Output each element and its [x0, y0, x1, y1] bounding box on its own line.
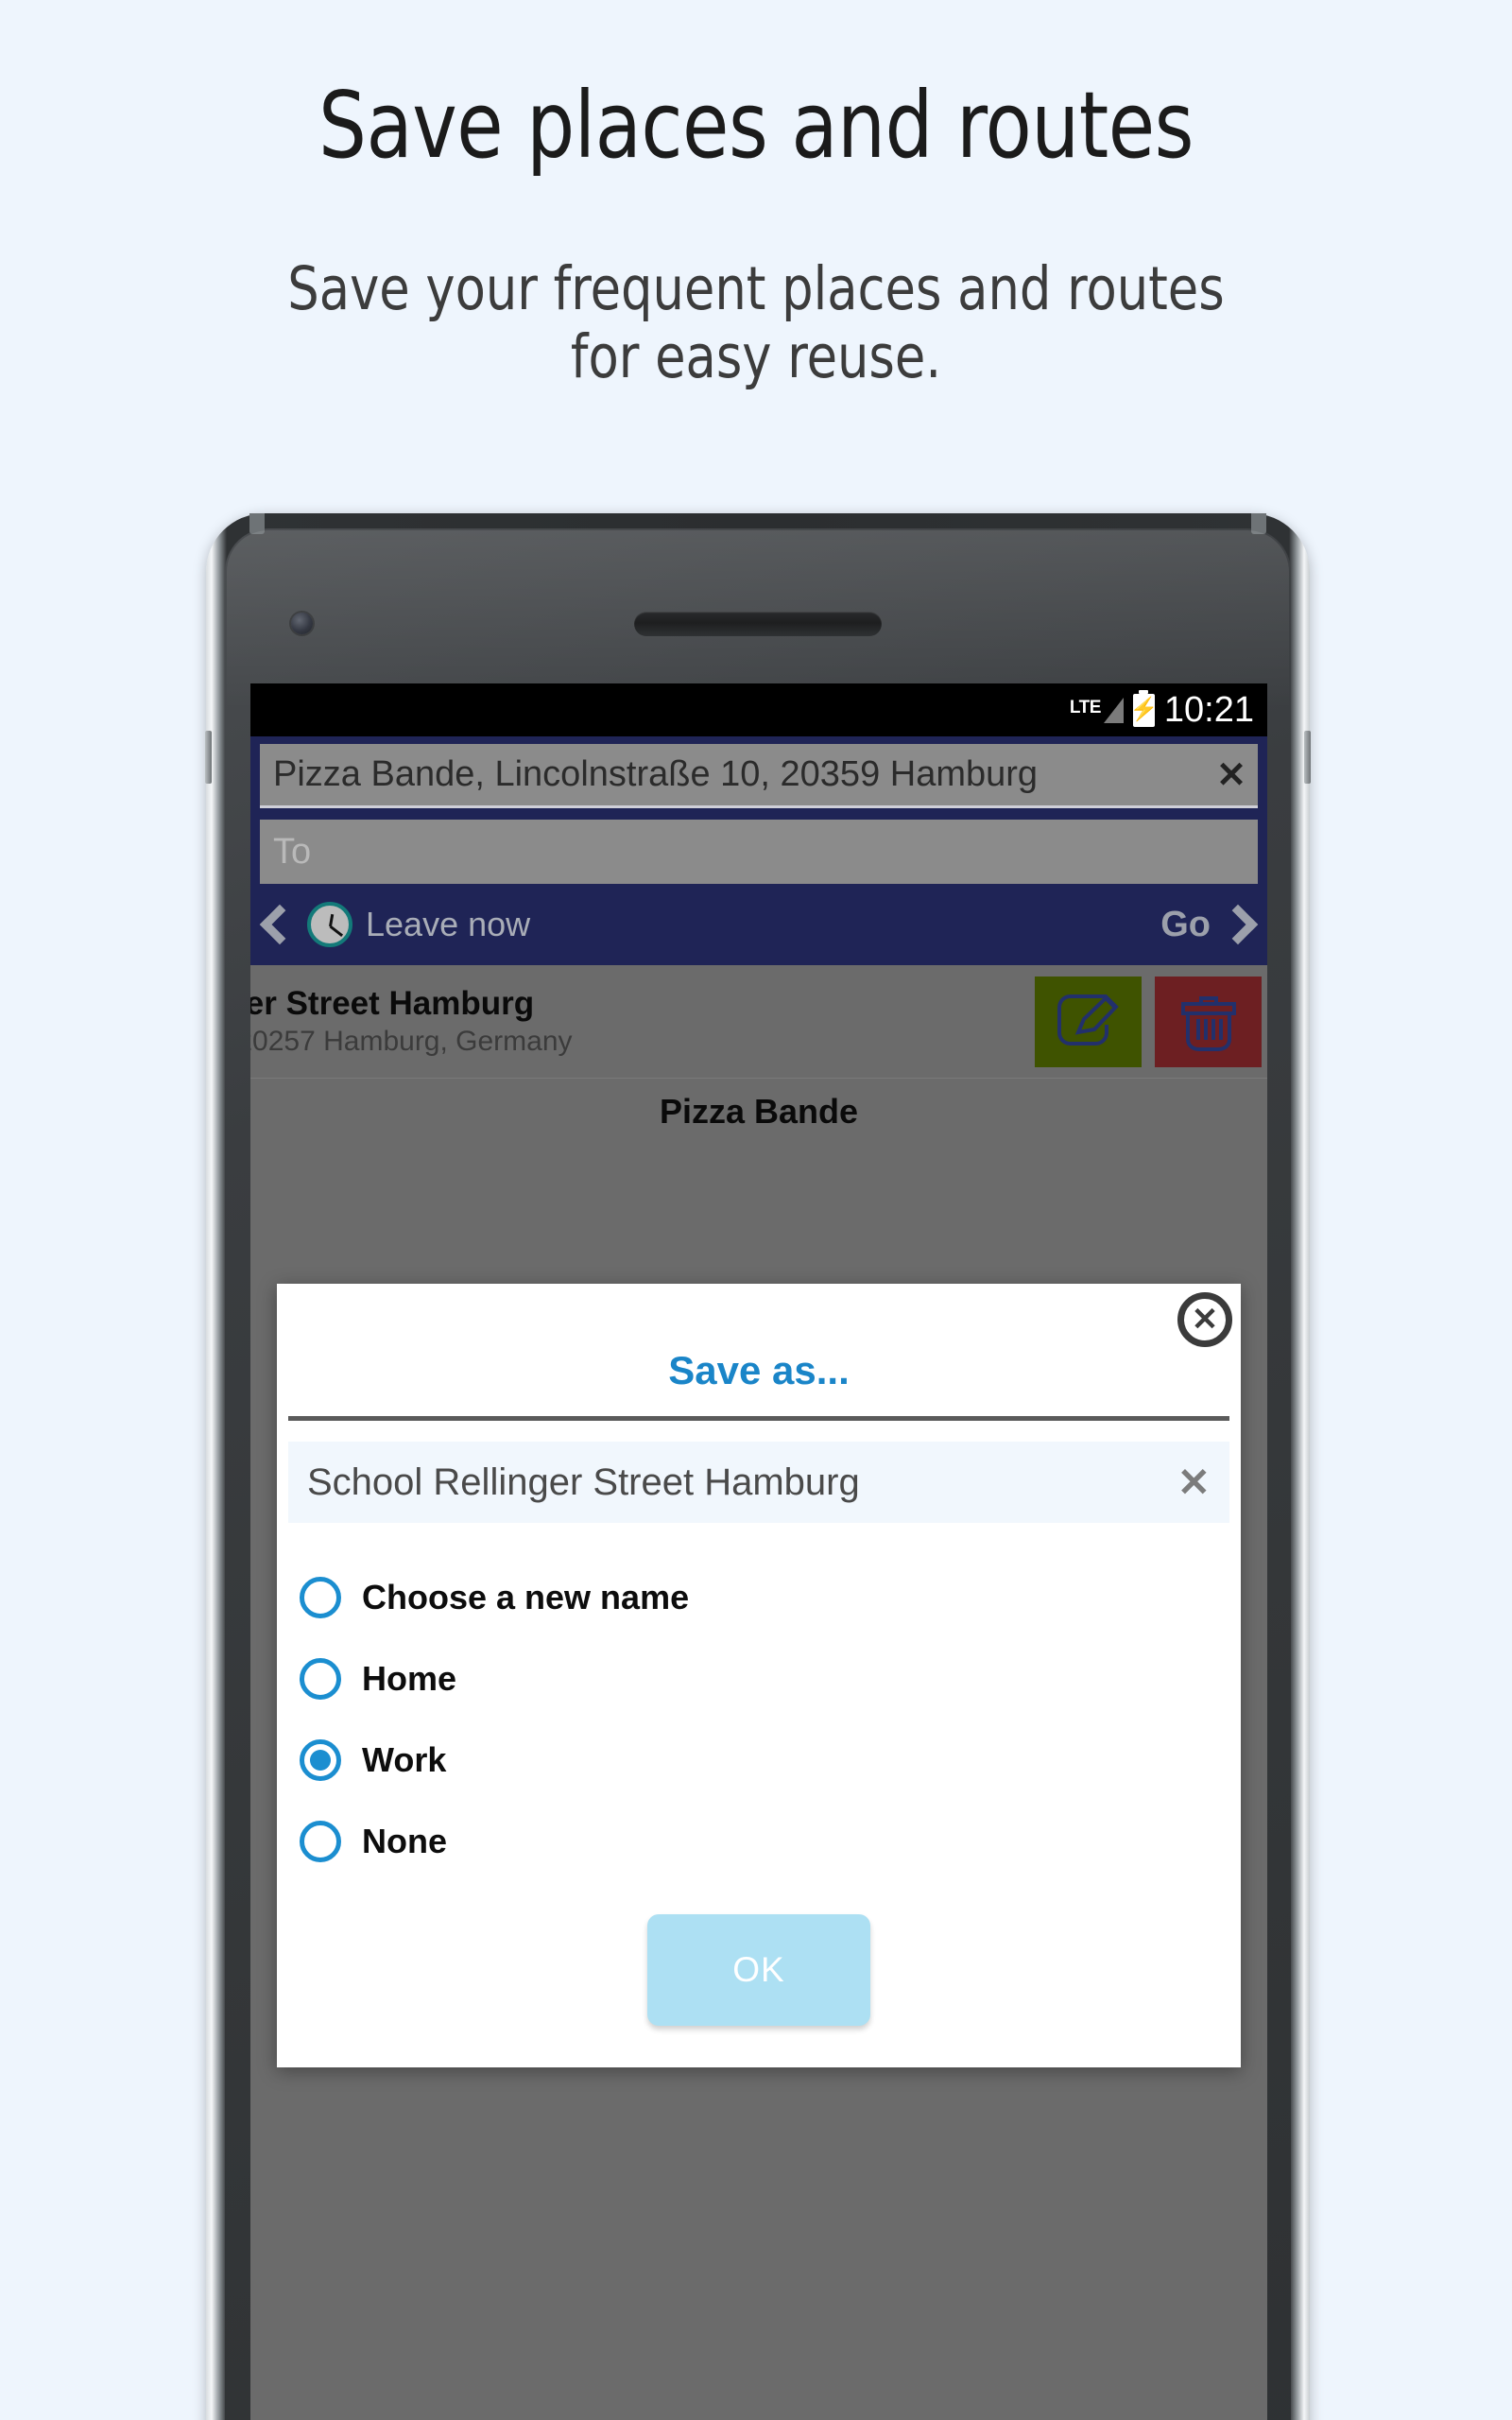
edit-button[interactable] — [1035, 976, 1142, 1067]
dialog-footer: OK — [277, 1888, 1241, 2067]
radio-option-choose-a-new-name[interactable]: Choose a new name — [300, 1557, 1229, 1638]
list-item-title: nger Street Hamburg — [250, 984, 535, 1022]
clock-icon[interactable] — [307, 902, 352, 947]
battery-charging-icon: ⚡ — [1129, 693, 1159, 727]
status-bar: LTE ⚡ 10:21 — [250, 683, 1267, 736]
from-clear-icon[interactable]: ✕ — [1216, 753, 1246, 796]
from-address-field[interactable]: Pizza Bande, Lincolnstraße 10, 20359 Ham… — [260, 744, 1258, 808]
trash-icon — [1180, 995, 1236, 1051]
list-item-text: nger Street Hamburg 3, 20257 Hamburg, Ge… — [250, 984, 573, 1059]
place-name-input[interactable]: School Rellinger Street Hamburg ✕ — [288, 1442, 1229, 1523]
charging-bolt-glyph: ⚡ — [1129, 697, 1159, 722]
status-bar-time: 10:21 — [1163, 689, 1254, 730]
place-name-clear-icon[interactable]: ✕ — [1177, 1460, 1211, 1506]
ok-button[interactable]: OK — [647, 1914, 870, 2026]
list-item-actions — [1035, 976, 1262, 1067]
antenna-band-right — [1251, 513, 1266, 534]
route-search-header: Pizza Bande, Lincolnstraße 10, 20359 Ham… — [250, 736, 1267, 884]
radio-circle-icon[interactable] — [300, 1577, 341, 1618]
place-name-value: School Rellinger Street Hamburg — [307, 1461, 860, 1503]
dialog-title: Save as... — [668, 1348, 850, 1392]
radio-circle-icon[interactable] — [300, 1821, 341, 1862]
dialog-divider — [288, 1416, 1229, 1421]
to-address-field[interactable]: To — [260, 820, 1258, 884]
delete-button[interactable] — [1155, 976, 1262, 1067]
close-circle-icon[interactable]: ✕ — [1177, 1292, 1232, 1347]
chevron-right-icon[interactable] — [1217, 904, 1259, 945]
earpiece-speaker — [634, 612, 882, 636]
from-address-value: Pizza Bande, Lincolnstraße 10, 20359 Ham… — [273, 754, 1039, 794]
promo-screenshot-page: Save places and routes Save your frequen… — [0, 0, 1512, 2420]
clock-minute-hand — [329, 925, 343, 938]
radio-option-none[interactable]: None — [300, 1801, 1229, 1882]
list-item[interactable]: nger Street Hamburg 3, 20257 Hamburg, Ge… — [250, 965, 1267, 1079]
list-item-subtitle: 3, 20257 Hamburg, Germany — [250, 1025, 573, 1057]
phone-mockup: LTE ⚡ 10:21 Pizza Bande, Lincolnstraße 1… — [205, 513, 1311, 2420]
network-type-label: LTE — [1069, 697, 1101, 717]
close-glyph: ✕ — [1191, 1302, 1219, 1338]
chevron-left-icon[interactable] — [259, 904, 301, 945]
radio-option-work[interactable]: Work — [300, 1720, 1229, 1801]
go-button[interactable]: Go — [1160, 905, 1211, 945]
radio-circle-icon[interactable] — [300, 1658, 341, 1700]
front-camera-icon — [291, 613, 313, 634]
radio-circle-selected-icon[interactable] — [300, 1739, 341, 1781]
departure-time-label[interactable]: Leave now — [366, 905, 1147, 944]
field-spacer — [260, 808, 1258, 820]
page-subtitle: Save your frequent places and routes for… — [229, 254, 1283, 392]
page-subtitle-line-1: Save your frequent places and routes — [287, 254, 1225, 323]
radio-option-label: Choose a new name — [362, 1578, 690, 1616]
list-item[interactable]: Pizza Bande — [250, 1079, 1267, 1183]
route-toolbar: Leave now Go — [250, 884, 1267, 965]
radio-option-label: Home — [362, 1659, 457, 1698]
radio-dot — [310, 1750, 331, 1771]
save-as-dialog: ✕ Save as... School Rellinger Street Ham… — [277, 1284, 1241, 2067]
page-title: Save places and routes — [318, 72, 1194, 179]
list-item-title: Pizza Bande — [659, 1092, 859, 1131]
edit-pencil-icon — [1057, 994, 1119, 1046]
volume-button[interactable] — [205, 731, 212, 784]
radio-option-label: Work — [362, 1740, 447, 1779]
signal-bars-icon — [1103, 697, 1124, 723]
phone-screen: LTE ⚡ 10:21 Pizza Bande, Lincolnstraße 1… — [250, 683, 1267, 2420]
signal-indicator: LTE — [1069, 697, 1124, 723]
page-subtitle-line-2: for easy reuse. — [570, 322, 942, 392]
radio-option-home[interactable]: Home — [300, 1638, 1229, 1720]
antenna-band-left — [249, 513, 265, 534]
to-address-placeholder: To — [273, 831, 312, 872]
save-as-option-group: Choose a new name Home Work None — [277, 1523, 1241, 1888]
ok-button-label: OK — [732, 1950, 785, 1989]
power-button[interactable] — [1304, 731, 1311, 784]
radio-option-label: None — [362, 1822, 447, 1860]
